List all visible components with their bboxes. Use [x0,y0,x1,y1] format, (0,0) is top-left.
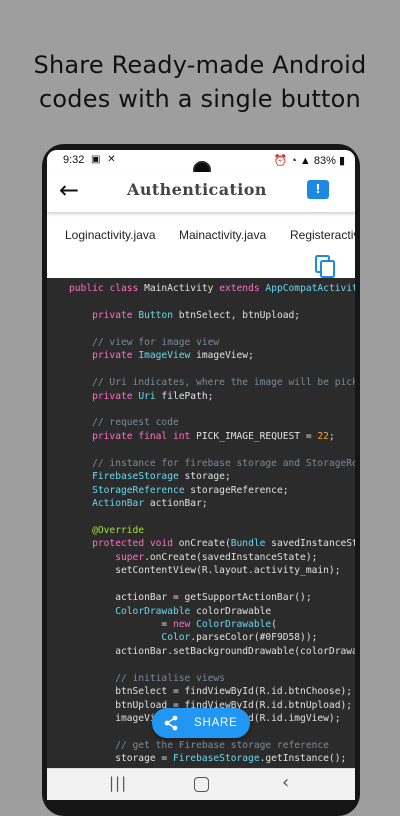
code-lines: public class MainActivity extends AppCom… [69,282,355,766]
code-line: actionBar.setBackgroundDrawable(colorDra… [69,645,355,657]
tab-registeractivity[interactable]: Registeractivity.java [290,228,355,242]
notification-icons: ▣ ✕ [91,154,118,165]
code-line: public class MainActivity extends AppCom… [69,283,355,294]
code-line: // get the Firebase storage reference [69,739,329,751]
status-icons: ⏰ ◔ ▲ [273,155,311,167]
code-line: actionBar = getSupportActionBar(); [69,592,312,604]
code-line: FirebaseStorage storage; [92,471,231,483]
code-line: private final int PICK_IMAGE_REQUEST = 2… [92,430,335,442]
code-line: ColorDrawable colorDrawable [115,605,272,617]
code-line: // Uri indicates, where the image will b… [92,377,355,389]
share-button-label: SHARE [194,717,238,729]
battery-percent: 83% [313,155,336,167]
code-line: StorageReference storageReference; [92,484,289,496]
status-time: 9:32 [63,154,85,166]
code-line: setContentView(R.layout.activity_main); [69,565,341,577]
code-line: private Uri filePath; [92,390,214,402]
code-line: protected void onCreate(Bundle savedInst… [92,538,355,550]
home-icon[interactable] [194,777,209,792]
promo-headline-line2: codes with a single button [39,85,361,113]
code-line: = new ColorDrawable( [69,618,277,630]
page-title: Authentication [127,180,267,199]
system-nav-bar: ||| ‹ [47,768,355,800]
copy-icon[interactable] [315,255,337,279]
code-line: // view for image view [69,336,220,348]
code-line: ActionBar actionBar; [92,498,208,509]
code-line: Color.parseColor(#0F9D58)); [161,632,318,644]
app-bar: ← Authentication ! [47,172,355,212]
code-line: private Button btnSelect, btnUpload; [92,309,301,321]
nav-back-icon[interactable]: ‹ [282,772,289,793]
code-line: // request code [69,417,179,429]
code-viewer[interactable]: public class MainActivity extends AppCom… [47,278,355,768]
share-button[interactable]: SHARE [152,708,250,738]
code-line: private ImageView imageView; [92,350,254,362]
code-line: storage = FirebaseStorage.getInstance(); [69,753,347,765]
feedback-icon[interactable]: ! [307,180,329,199]
tab-loginactivity[interactable]: Loginactivity.java [65,228,156,242]
code-line: super.onCreate(savedInstanceState); [115,551,318,563]
share-icon [164,715,178,731]
battery-icon: ▮ [338,155,345,167]
back-arrow-icon[interactable]: ← [59,176,79,204]
phone-screen: 9:32 ▣ ✕ ⏰ ◔ ▲ 83% ▮ ← Authentication ! … [47,150,355,800]
promo-headline-line1: Share Ready-made Android [33,51,367,79]
promo-headline: Share Ready-made Android codes with a si… [0,48,400,116]
code-line: // instance for firebase storage and Sto… [92,457,355,469]
recent-apps-icon[interactable]: ||| [109,774,127,792]
file-tabs: Loginactivity.java Mainactivity.java Reg… [47,218,355,252]
code-line: // initialise views [69,672,225,684]
tab-mainactivity[interactable]: Mainactivity.java [179,228,266,242]
status-right: ⏰ ◔ ▲ 83% ▮ [273,154,345,167]
code-line: btnSelect = findViewById(R.id.btnChoose)… [69,686,353,698]
code-line: @Override [69,524,145,536]
